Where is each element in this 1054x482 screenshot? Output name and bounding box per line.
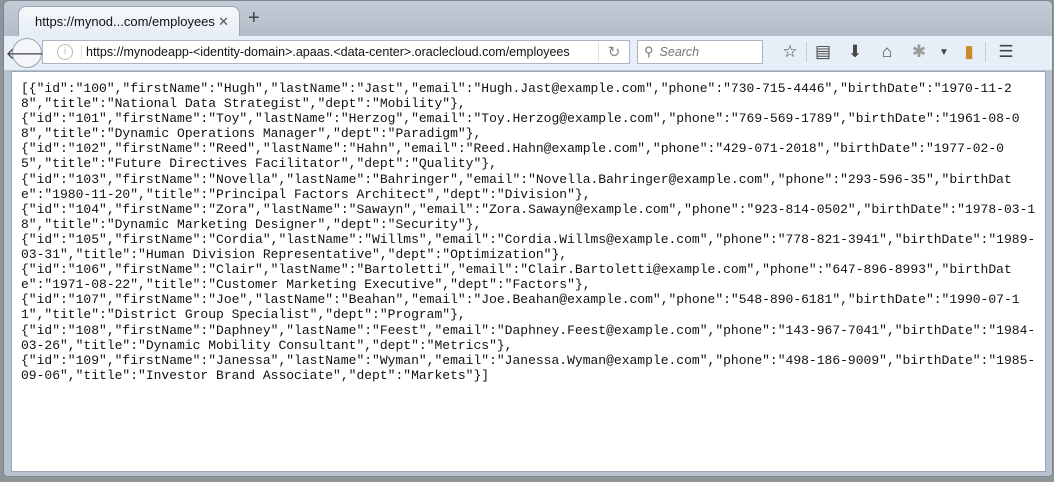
menu-icon[interactable]: ☰ [986, 42, 1026, 62]
json-record: [{"id":"100","firstName":"Hugh","lastNam… [21, 81, 1012, 112]
chevron-down-icon[interactable]: ▼ [935, 47, 953, 58]
search-box[interactable]: ⚲ [637, 40, 763, 64]
json-record: {"id":"101","firstName":"Toy","lastName"… [21, 111, 1020, 142]
close-tab-icon[interactable]: ✕ [218, 14, 229, 30]
json-record: {"id":"108","firstName":"Daphney","lastN… [21, 322, 1036, 353]
json-record: {"id":"102","firstName":"Reed","lastName… [21, 141, 1004, 172]
json-record: {"id":"104","firstName":"Zora","lastName… [21, 201, 1036, 232]
tab-employees[interactable]: https://mynod...com/employees ✕ [18, 6, 240, 36]
search-icon: ⚲ [644, 44, 654, 59]
json-response: [{"id":"100","firstName":"Hugh","lastNam… [21, 81, 1037, 383]
back-button[interactable]: 🡐 [6, 38, 48, 68]
url-text[interactable]: https://mynodeapp-<identity-domain>.apaa… [81, 45, 598, 59]
reload-icon[interactable]: ↻ [598, 43, 629, 61]
extension-icon[interactable]: ✱ [903, 42, 935, 62]
bookmark-star-icon[interactable]: ☆ [774, 42, 806, 62]
json-record: {"id":"106","firstName":"Clair","lastNam… [21, 262, 1012, 293]
navigation-bar: 🡐 i https://mynodeapp-<identity-domain>.… [4, 36, 1052, 71]
home-icon[interactable]: ⌂ [871, 42, 903, 62]
bookmarks-list-icon[interactable]: ▤ [807, 42, 839, 62]
json-record: {"id":"107","firstName":"Joe","lastName"… [21, 292, 1020, 323]
json-record: {"id":"105","firstName":"Cordia","lastNa… [21, 231, 1036, 263]
json-record: {"id":"103","firstName":"Novella","lastN… [21, 171, 1012, 202]
toolbar: ☆ ▤ ⬇ ⌂ ✱ ▼ ▮ ☰ [774, 40, 1026, 64]
tab-title: https://mynod...com/employees [35, 14, 215, 29]
download-icon[interactable]: ⬇ [839, 42, 871, 62]
browser-window: https://mynod...com/employees ✕ + 🡐 i ht… [3, 0, 1053, 477]
new-tab-button[interactable]: + [248, 7, 260, 30]
info-icon[interactable]: i [57, 44, 73, 60]
pocket-icon[interactable]: ▮ [953, 42, 985, 62]
address-bar[interactable]: i https://mynodeapp-<identity-domain>.ap… [42, 40, 630, 64]
page-content: [{"id":"100","firstName":"Hugh","lastNam… [11, 71, 1046, 472]
json-record: {"id":"109","firstName":"Janessa","lastN… [21, 352, 1036, 383]
search-input[interactable] [657, 44, 752, 60]
tab-strip: https://mynod...com/employees ✕ + [4, 1, 1052, 36]
